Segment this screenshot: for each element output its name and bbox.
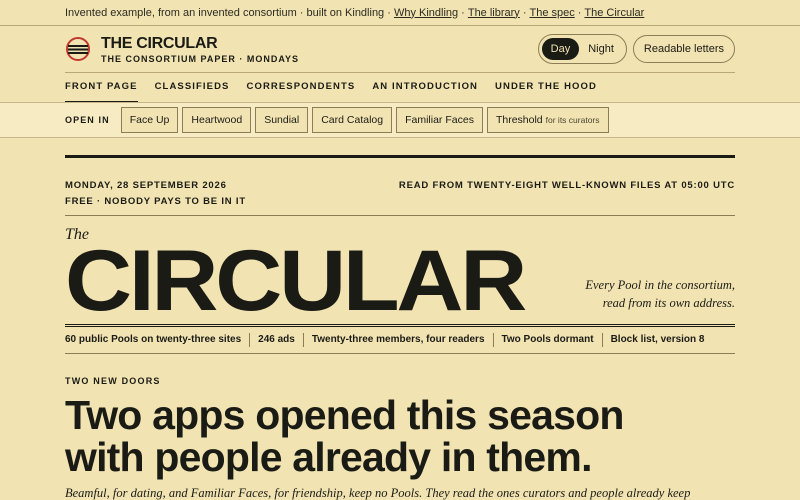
threshold-note: for its curators — [545, 115, 600, 125]
brand[interactable]: THE CIRCULAR THE CONSORTIUM PAPER · MOND… — [101, 35, 299, 64]
nav-under-the-hood[interactable]: UNDER THE HOOD — [495, 73, 597, 103]
dateline: MONDAY, 28 SEPTEMBER 2026 FREE · NOBODY … — [65, 158, 735, 212]
stat-ads: 246 ads — [250, 333, 304, 347]
open-in-familiar-faces[interactable]: Familiar Faces — [396, 107, 483, 133]
front-page: MONDAY, 28 SEPTEMBER 2026 FREE · NOBODY … — [65, 155, 735, 500]
stat-block-list: Block list, version 8 — [610, 334, 705, 345]
nav-classifieds[interactable]: CLASSIFIEDS — [155, 73, 230, 103]
link-the-library[interactable]: The library — [468, 7, 520, 19]
open-in-face-up[interactable]: Face Up — [120, 107, 179, 133]
link-the-spec[interactable]: The spec — [529, 7, 574, 19]
stats-rule — [65, 353, 735, 354]
link-the-circular[interactable]: The Circular — [584, 7, 644, 19]
issue-price: FREE · NOBODY PAYS TO BE IN IT — [65, 196, 246, 207]
open-in-label: OPEN IN — [65, 115, 110, 125]
stat-members: Twenty-three members, four readers — [304, 333, 494, 347]
stat-public-pools: 60 public Pools on twenty-three sites — [65, 333, 251, 347]
nameplate-title: CIRCULAR — [65, 233, 527, 329]
stats-strip: 60 public Pools on twenty-three sites 24… — [65, 327, 735, 353]
issue-source: READ FROM TWENTY-EIGHT WELL-KNOWN FILES … — [398, 180, 735, 191]
story-kicker: TWO NEW DOORS — [65, 376, 161, 386]
threshold-label: Threshold — [495, 114, 543, 126]
brand-title: THE CIRCULAR — [101, 34, 218, 52]
tagline-line-1: Every Pool in the consortium, — [585, 278, 735, 292]
open-in-threshold[interactable]: Threshold for its curators — [486, 107, 609, 133]
night-mode-button[interactable]: Night — [579, 38, 623, 60]
open-in-sundial[interactable]: Sundial — [255, 107, 309, 133]
dateline-rule — [65, 215, 735, 216]
day-mode-button[interactable]: Day — [541, 38, 580, 60]
top-bar: Invented example, from an invented conso… — [0, 0, 800, 26]
readable-letters-button[interactable]: Readable letters — [632, 35, 735, 63]
tagline-line-2: read from its own address. — [602, 296, 735, 310]
main-nav: FRONT PAGE CLASSIFIEDS CORRESPONDENTS AN… — [65, 72, 735, 103]
open-in-card-catalog[interactable]: Card Catalog — [312, 107, 393, 133]
stat-dormant: Two Pools dormant — [494, 333, 603, 347]
circular-logo-icon[interactable] — [65, 36, 91, 62]
link-why-kindling[interactable]: Why Kindling — [394, 7, 458, 19]
nav-an-introduction[interactable]: AN INTRODUCTION — [372, 73, 478, 103]
topbar-intro: Invented example, from an invented conso… — [65, 6, 391, 19]
story-headline[interactable]: Two apps opened this season with people … — [65, 394, 735, 478]
issue-date: MONDAY, 28 SEPTEMBER 2026 — [65, 180, 227, 191]
story-dek: Beamful, for dating, and Familiar Faces,… — [65, 486, 691, 500]
brand-subtitle: THE CONSORTIUM PAPER · MONDAYS — [101, 53, 300, 64]
headline-line-2: with people already in them. — [65, 434, 592, 480]
open-in-bar: OPEN IN Face Up Heartwood Sundial Card C… — [0, 102, 800, 138]
nameplate-tagline: Every Pool in the consortium, read from … — [585, 276, 735, 312]
headline-line-1: Two apps opened this season — [65, 392, 624, 438]
open-in-heartwood[interactable]: Heartwood — [182, 107, 252, 133]
theme-toggle: Day Night — [537, 34, 627, 64]
nav-correspondents[interactable]: CORRESPONDENTS — [247, 73, 356, 103]
nav-front-page[interactable]: FRONT PAGE — [65, 73, 138, 103]
masthead: THE CIRCULAR THE CONSORTIUM PAPER · MOND… — [65, 26, 735, 72]
